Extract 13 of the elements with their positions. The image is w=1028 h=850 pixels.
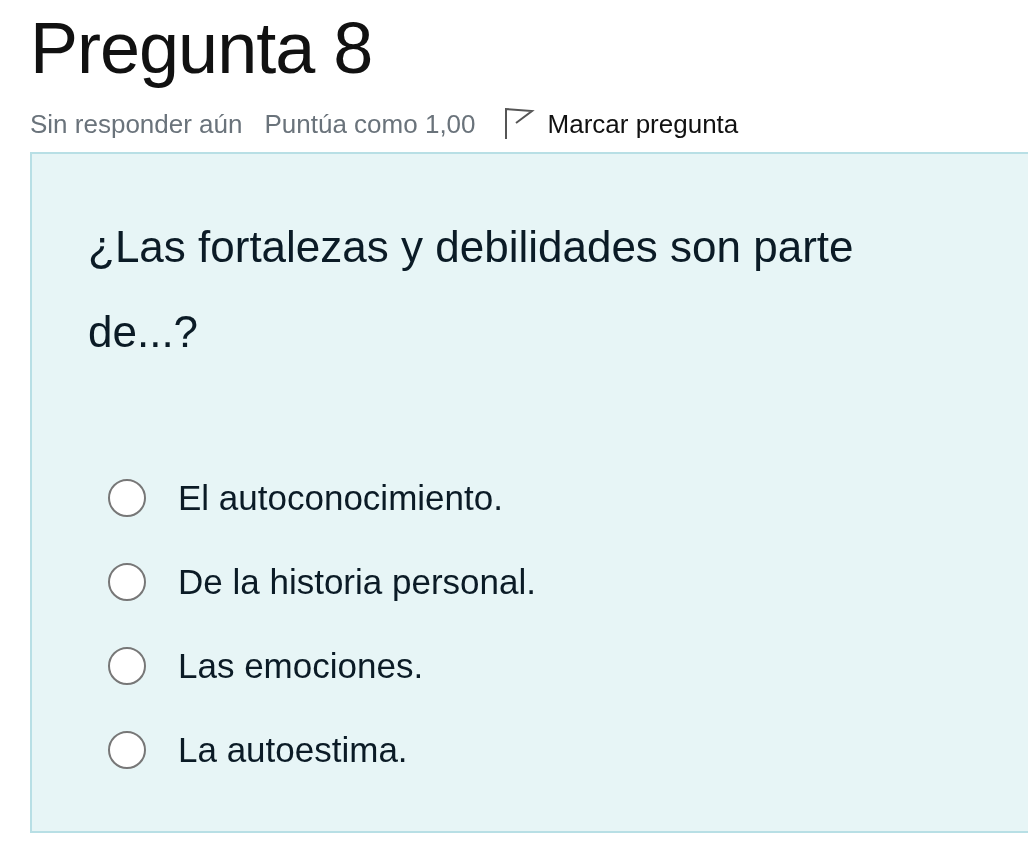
radio-button[interactable] [108, 731, 146, 769]
question-text: ¿Las fortalezas y debilidades son parte de...? [88, 221, 855, 358]
radio-button[interactable] [108, 647, 146, 685]
radio-button[interactable] [108, 479, 146, 517]
question-title: Pregunta 8 [30, 7, 374, 90]
answer-option[interactable]: El autoconocimiento. [108, 476, 1028, 520]
radio-button[interactable] [108, 563, 146, 601]
answer-option[interactable]: La autoestima. [108, 728, 1028, 772]
answer-option[interactable]: De la historia personal. [108, 560, 1028, 604]
grade-text: Puntúa como 1,00 [264, 108, 476, 140]
flag-question-button[interactable]: Marcar pregunta [501, 107, 739, 141]
answer-option[interactable]: Las emociones. [108, 644, 1028, 688]
status-text: Sin responder aún [30, 108, 243, 140]
